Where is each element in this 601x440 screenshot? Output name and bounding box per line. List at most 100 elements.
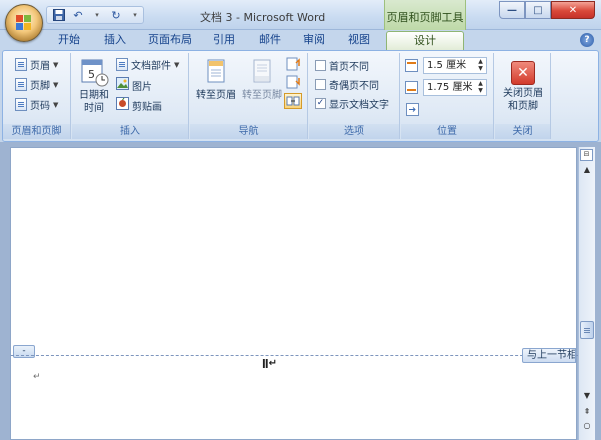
window-controls: — □ ✕: [499, 1, 595, 19]
date-time-label-1: 日期和: [79, 90, 109, 101]
close-header-footer-label-1: 关闭页眉: [503, 88, 543, 99]
group-label-navigation: 导航: [190, 124, 307, 139]
quick-parts-button[interactable]: 文档部件 ▼: [116, 57, 179, 72]
close-header-footer-label-2: 和页脚: [508, 101, 538, 112]
tab-view[interactable]: 视图: [342, 31, 376, 50]
spinner-arrows-icon[interactable]: ▲ ▼: [476, 80, 485, 95]
previous-page-icon[interactable]: ⇞: [580, 405, 594, 419]
link-to-previous-icon[interactable]: [284, 93, 302, 109]
help-icon[interactable]: ?: [580, 33, 594, 47]
date-time-label-2: 时间: [84, 103, 104, 114]
page-number-button[interactable]: 页码 ▼: [15, 97, 58, 112]
paragraph-mark: ↵: [33, 372, 41, 382]
tab-references[interactable]: 引用: [207, 31, 241, 50]
picture-button[interactable]: 图片: [116, 77, 152, 93]
goto-header-label: 转至页眉: [196, 90, 236, 101]
group-label-close: 关闭: [495, 124, 550, 139]
goto-header-button[interactable]: 转至页眉: [194, 57, 238, 102]
undo-dropdown-icon[interactable]: ▾: [89, 8, 105, 22]
office-button[interactable]: [5, 4, 43, 42]
different-odd-even-checkbox[interactable]: 奇偶页不同: [315, 77, 379, 92]
chevron-down-icon: ▼: [53, 60, 59, 69]
save-icon[interactable]: [51, 8, 67, 22]
checkbox-checked-icon: ✓: [315, 98, 326, 109]
checkbox-icon: [315, 60, 326, 71]
quick-parts-label: 文档部件: [131, 61, 171, 72]
group-label-position: 位置: [401, 124, 493, 139]
page-number-icon: [15, 98, 27, 111]
goto-header-icon: [201, 57, 231, 87]
ribbon-panel: 页眉 ▼ 页脚 ▼ 页码 ▼ 页眉和页脚 5 日期和 时间 文档部件 ▼ 图片 …: [2, 50, 599, 142]
quick-access-toolbar: ↶ ▾ ↻ ▾: [46, 6, 144, 24]
group-options: 首页不同 奇偶页不同 ✓ 显示文档文字 选项: [309, 53, 400, 139]
document-title: 文档 3 - Microsoft Word: [200, 11, 326, 24]
footer-position-icon: [405, 81, 418, 94]
page-number-label: 页码: [30, 101, 50, 112]
tab-home[interactable]: 开始: [52, 31, 86, 50]
close-window-button[interactable]: ✕: [551, 1, 595, 19]
ruler-toggle-icon[interactable]: ⊟: [580, 149, 593, 161]
group-label-options: 选项: [309, 124, 399, 139]
undo-icon[interactable]: ↶: [70, 8, 86, 22]
clip-art-button[interactable]: 剪贴画: [116, 97, 162, 113]
chevron-down-icon: ▼: [53, 100, 59, 109]
document-page[interactable]: - 与上一节相同 ǁ↵ ↵: [10, 147, 578, 440]
tab-insert[interactable]: 插入: [98, 31, 132, 50]
header-distance-spinner[interactable]: 1.5 厘米 ▲ ▼: [423, 57, 487, 74]
chevron-down-icon: ▼: [174, 60, 180, 69]
header-icon: [15, 58, 27, 71]
select-browse-object-icon[interactable]: ○: [580, 419, 594, 433]
footer-distance-spinner[interactable]: 1.75 厘米 ▲ ▼: [423, 79, 487, 96]
group-position: 1.5 厘米 ▲ ▼ 1.75 厘米 ▲ ▼ 位置: [401, 53, 494, 139]
footer-distance-value: 1.75 厘米: [427, 82, 473, 93]
date-time-button[interactable]: 5 日期和 时间: [76, 57, 112, 115]
same-as-previous-tag: 与上一节相同: [522, 348, 576, 363]
tab-mailings[interactable]: 邮件: [253, 31, 287, 50]
picture-icon: [116, 77, 129, 93]
minimize-button[interactable]: —: [499, 1, 525, 19]
group-navigation: 转至页眉 转至页脚 导航: [190, 53, 308, 139]
insert-alignment-tab-icon[interactable]: [406, 103, 419, 119]
footer-boundary: [11, 355, 578, 356]
show-document-text-checkbox[interactable]: ✓ 显示文档文字: [315, 96, 389, 111]
group-close: ✕ 关闭页眉 和页脚 关闭: [495, 53, 551, 139]
redo-icon[interactable]: ↻: [108, 8, 124, 22]
picture-label: 图片: [132, 81, 152, 93]
goto-footer-button[interactable]: 转至页脚: [240, 57, 284, 102]
header-position-icon: [405, 59, 418, 72]
tab-page-layout[interactable]: 页面布局: [142, 31, 198, 50]
footer-icon: [15, 78, 27, 91]
different-first-page-checkbox[interactable]: 首页不同: [315, 58, 369, 73]
group-insert: 5 日期和 时间 文档部件 ▼ 图片 剪贴画 插入: [72, 53, 189, 139]
tab-design[interactable]: 设计: [386, 31, 464, 50]
spinner-arrows-icon[interactable]: ▲ ▼: [476, 58, 485, 73]
scroll-thumb[interactable]: [580, 321, 594, 339]
tab-review[interactable]: 审阅: [297, 31, 331, 50]
next-section-icon[interactable]: [286, 75, 301, 92]
footer-tag[interactable]: -: [13, 345, 35, 358]
goto-footer-icon: [247, 57, 277, 87]
clip-art-icon: [116, 97, 129, 113]
close-header-footer-button[interactable]: ✕ 关闭页眉 和页脚: [498, 57, 548, 113]
title-bar: ↶ ▾ ↻ ▾ 文档 3 - Microsoft Word 页眉和页脚工具 — …: [0, 0, 601, 42]
scroll-down-icon[interactable]: ▼: [580, 389, 594, 403]
footer-cursor: ǁ↵: [262, 358, 277, 369]
different-odd-even-label: 奇偶页不同: [329, 81, 379, 92]
header-label: 页眉: [30, 61, 50, 72]
footer-label: 页脚: [30, 81, 50, 92]
maximize-button[interactable]: □: [525, 1, 551, 19]
context-tab-title: 页眉和页脚工具: [384, 0, 466, 30]
clip-art-label: 剪贴画: [132, 101, 162, 113]
show-document-text-label: 显示文档文字: [329, 100, 389, 111]
vertical-scrollbar[interactable]: ⊟ ▲ ▼ ⇞ ○: [578, 147, 595, 440]
header-button[interactable]: 页眉 ▼: [15, 57, 58, 72]
footer-button[interactable]: 页脚 ▼: [15, 77, 58, 92]
chevron-down-icon: ▼: [53, 80, 59, 89]
customize-qat-icon[interactable]: ▾: [127, 8, 143, 22]
different-first-page-label: 首页不同: [329, 62, 369, 73]
previous-section-icon[interactable]: [286, 57, 301, 74]
group-label-insert: 插入: [72, 124, 188, 139]
scroll-up-icon[interactable]: ▲: [580, 163, 594, 177]
group-header-footer: 页眉 ▼ 页脚 ▼ 页码 ▼ 页眉和页脚: [3, 53, 71, 139]
close-icon: ✕: [511, 61, 535, 85]
